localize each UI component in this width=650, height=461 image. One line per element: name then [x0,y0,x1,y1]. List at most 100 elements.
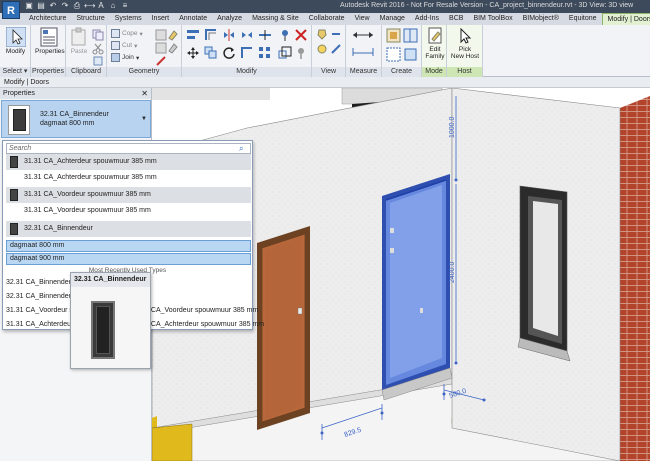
select-panel-label[interactable]: Select ▾ [0,67,30,77]
mru-item-tail[interactable]: _CA_Achterdeur spouwmuur 385 mm [147,321,264,328]
tab-equitone[interactable]: Equitone [564,13,602,25]
quick-access-toolbar: ▣ ▤ ↶ ↷ ⎙ ⟷ A ⌂ ≡ [24,1,130,12]
type-family-header[interactable]: 31.31 CA_Voordeur spouwmuur 385 mm [6,187,251,203]
dimension-top-text[interactable]: 1000.0 [449,116,456,138]
align-icon[interactable] [186,28,200,42]
search-icon[interactable]: ⌕ [239,144,248,153]
window-title: Autodesk Revit 2016 - Not For Resale Ver… [340,2,634,9]
mirror-axis-icon[interactable] [222,28,236,42]
create-group-icon[interactable] [386,47,401,62]
tab-annotate[interactable]: Annotate [174,13,212,25]
measure-panel-label: Measure [346,67,381,77]
search-placeholder: Search [9,145,32,152]
tab-architecture[interactable]: Architecture [24,13,71,25]
tab-bimobject-[interactable]: BIMobject® [518,13,564,25]
cut-geometry-button[interactable]: Cut ▾ [111,41,137,50]
split-icon[interactable] [258,28,272,42]
cope-label: Cope [122,30,138,37]
move-icon[interactable] [186,46,200,60]
cut-icon[interactable] [92,43,104,55]
application-menu-button[interactable]: R [2,1,20,19]
create-similar-icon[interactable] [403,47,418,62]
save-icon[interactable]: ▤ [36,1,46,11]
temporary-hide-icon[interactable] [316,43,328,55]
rotate-icon[interactable] [222,46,236,60]
tab-bim-toolbox[interactable]: BIM ToolBox [468,13,517,25]
type-family-header[interactable]: 31.31 CA_Achterdeur spouwmuur 385 mm [6,154,251,170]
tab-massing-site[interactable]: Massing & Site [247,13,304,25]
tab-manage[interactable]: Manage [375,13,410,25]
properties-panel: Properties Properties [31,25,66,77]
door-thumbnail [8,105,30,135]
linework-icon[interactable] [330,43,342,55]
array-icon[interactable] [258,46,272,60]
type-selector[interactable]: 32.31 CA_Binnendeur dagmaat 800 mm ▼ [1,100,151,138]
join-button[interactable]: Join ▾ [111,53,139,62]
type-option[interactable]: 31.31 CA_Voordeur spouwmuur 385 mm [6,203,251,219]
measure-icon[interactable]: ⟷ [84,1,95,11]
pick-new-host-button[interactable]: Pick New Host [450,27,480,60]
search-input[interactable]: Search ⌕ [6,143,251,154]
text-icon[interactable]: A [96,1,106,11]
3d-view-icon[interactable]: ⌂ [108,1,118,11]
tab-collaborate[interactable]: Collaborate [304,13,350,25]
chevron-down-icon[interactable]: ▼ [141,116,147,122]
match-properties-icon[interactable] [92,55,104,67]
copy-element-icon[interactable] [204,46,218,60]
host-panel-label: Host [447,67,482,77]
mru-item-tail[interactable]: _CA_Voordeur spouwmuur 385 mm [147,307,258,314]
scale-icon[interactable] [278,46,292,60]
ribbon: Modify Select ▾ Properties Properties Pa… [0,25,650,77]
door-icon [10,223,18,235]
measure-between-icon[interactable] [351,29,375,41]
create-assembly-icon[interactable] [386,28,401,43]
modify-button[interactable]: Modify [3,26,28,55]
type-option[interactable]: dagmaat 900 mm [6,253,251,265]
open-icon[interactable]: ▣ [24,1,34,11]
type-preview-tooltip: 32.31 CA_Binnendeur [70,272,151,369]
tab-modify-doors[interactable]: Modify | Doors [601,13,650,25]
thin-lines-icon[interactable]: ≡ [120,1,130,11]
edit-family-button[interactable]: Edit Family [424,27,446,60]
pin-icon[interactable] [278,28,292,42]
dimension-height-text[interactable]: 2400.0 [449,261,456,283]
tab-bcb[interactable]: BCB [444,13,468,25]
remove-paint-icon[interactable] [167,42,179,54]
close-icon[interactable]: ✕ [141,88,148,99]
delete-icon[interactable] [294,28,308,42]
type-family-header[interactable]: 32.31 CA_Binnendeur [6,221,251,237]
host-panel: Pick New Host Host [447,25,483,77]
cope-button[interactable]: Cope ▾ [111,29,143,38]
type-option[interactable]: dagmaat 800 mm [6,240,251,252]
split-face-icon[interactable] [155,29,167,41]
paint-icon[interactable] [167,29,179,41]
undo-icon[interactable]: ↶ [48,1,58,11]
create-parts-icon[interactable] [403,28,418,43]
override-graphics-icon[interactable] [330,28,342,40]
print-icon[interactable]: ⎙ [72,1,82,11]
demolish-icon[interactable] [155,55,167,67]
tab-analyze[interactable]: Analyze [212,13,247,25]
mirror-draw-icon[interactable] [240,28,254,42]
cut-geometry-icon [111,41,120,50]
tab-view[interactable]: View [350,13,375,25]
redo-icon[interactable]: ↷ [60,1,70,11]
unpin-icon[interactable] [294,46,308,60]
type-option[interactable]: 31.31 CA_Achterdeur spouwmuur 385 mm [6,170,251,186]
cursor-icon [5,26,26,48]
dimension-icon[interactable] [351,45,375,57]
offset-icon[interactable] [204,28,218,42]
tab-systems[interactable]: Systems [110,13,147,25]
modify-panel: Modify [182,25,312,77]
type-family-name: 32.31 CA_Binnendeur [40,111,109,118]
wall-joins-icon[interactable] [155,42,167,54]
trim-icon[interactable] [240,46,254,60]
mode-panel-label: Mode [422,67,446,77]
hide-in-view-icon[interactable] [316,28,328,40]
properties-button[interactable]: Properties [35,27,65,55]
paste-button[interactable]: Paste [69,27,89,55]
tab-structure[interactable]: Structure [71,13,109,25]
copy-icon[interactable] [92,29,104,41]
tab-insert[interactable]: Insert [147,13,175,25]
tab-add-ins[interactable]: Add-Ins [410,13,444,25]
